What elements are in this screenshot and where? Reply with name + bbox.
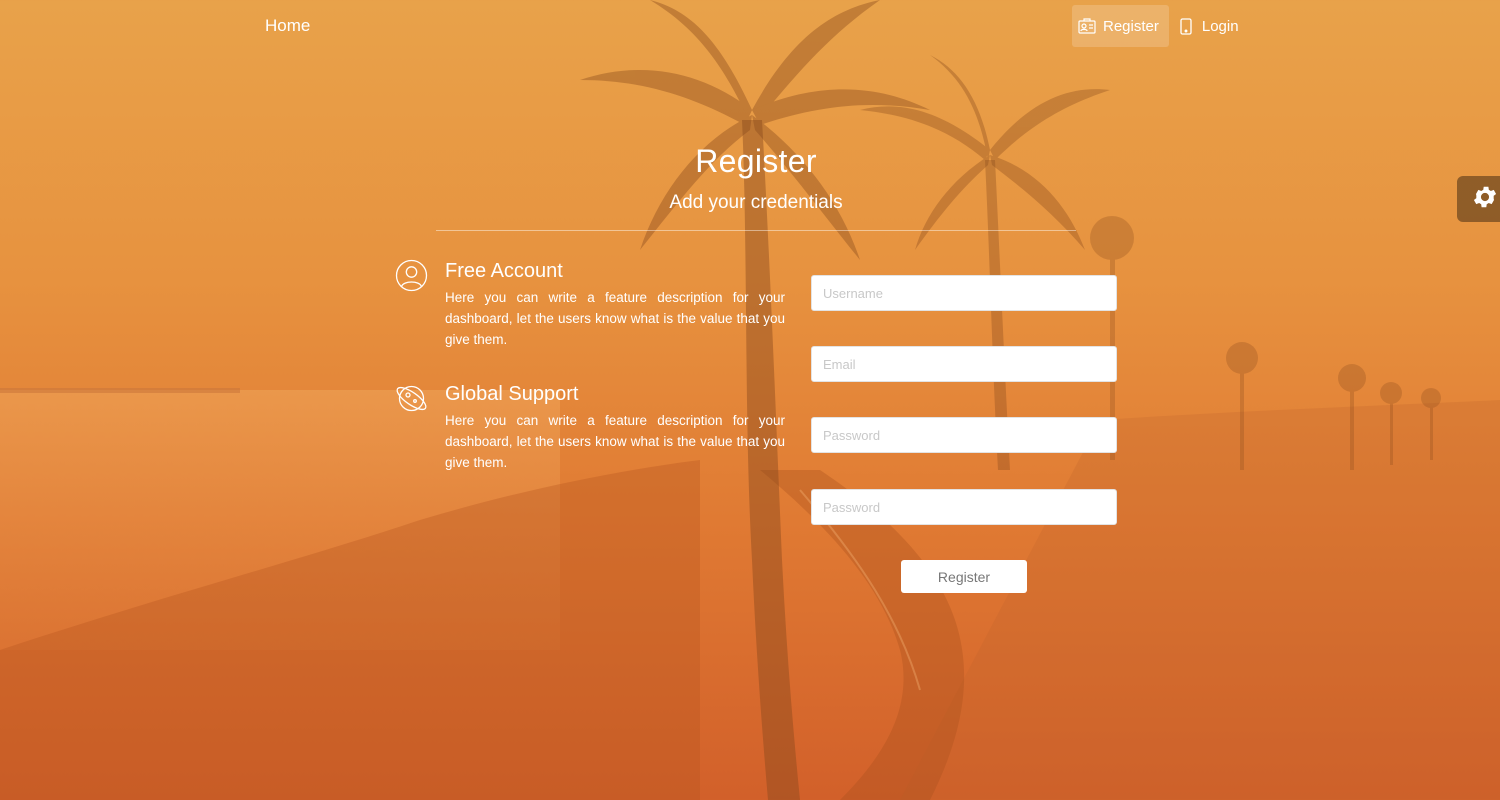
password-field[interactable] — [811, 417, 1117, 453]
nav-login-link[interactable]: Login — [1171, 5, 1249, 47]
navbar: Home Register Login — [0, 0, 1500, 52]
register-button[interactable]: Register — [901, 560, 1027, 593]
page: Home Register Login Register Add your cr… — [0, 0, 1500, 800]
home-link[interactable]: Home — [265, 16, 310, 36]
nav-right: Register Login — [1072, 5, 1249, 47]
feature-description: Here you can write a feature description… — [445, 413, 785, 470]
page-header: Register Add your credentials — [436, 143, 1076, 214]
settings-button[interactable] — [1457, 176, 1500, 222]
nav-register-label: Register — [1103, 17, 1159, 35]
email-field[interactable] — [811, 346, 1117, 382]
gear-icon — [1471, 183, 1499, 216]
feature-title: Global Support — [445, 383, 579, 405]
password-confirm-field[interactable] — [811, 489, 1117, 525]
feature-description: Here you can write a feature description… — [445, 290, 785, 347]
feature-title: Free Account — [445, 260, 563, 282]
planet-icon — [395, 382, 428, 415]
id-card-icon — [1077, 16, 1097, 36]
nav-login-label: Login — [1201, 17, 1239, 35]
page-subtitle: Add your credentials — [669, 192, 843, 213]
user-circle-icon — [395, 259, 428, 292]
nav-register-link[interactable]: Register — [1072, 5, 1169, 47]
page-title: Register — [695, 143, 817, 179]
header-divider — [436, 230, 1076, 231]
feature-free-account: Free Account Here you can write a featur… — [395, 259, 785, 350]
mobile-phone-icon — [1176, 16, 1196, 36]
feature-global-support: Global Support Here you can write a feat… — [395, 382, 785, 473]
username-field[interactable] — [811, 275, 1117, 311]
